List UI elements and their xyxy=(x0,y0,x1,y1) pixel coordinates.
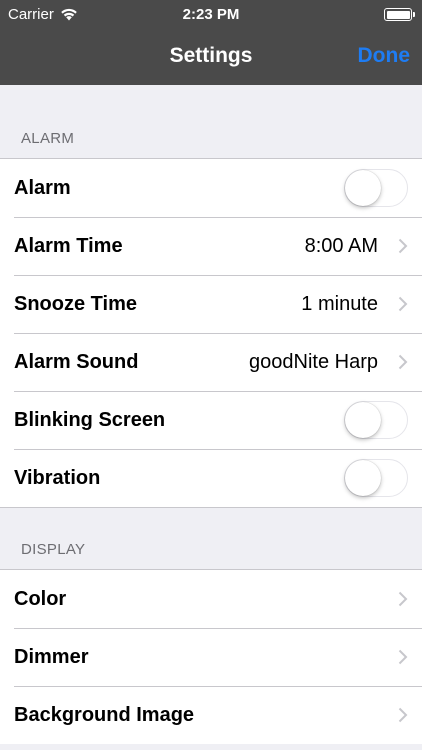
status-bar: Carrier 2:23 PM xyxy=(0,0,422,30)
background-image-row[interactable]: Background Image xyxy=(0,686,422,744)
blinking-screen-row[interactable]: Blinking Screen xyxy=(0,391,422,449)
alarm-sound-label: Alarm Sound xyxy=(14,350,139,373)
chevron-right-icon xyxy=(398,591,408,607)
chevron-right-icon xyxy=(398,296,408,312)
chevron-right-icon xyxy=(398,649,408,665)
alarm-settings-group: Alarm Alarm Time 8:00 AM Snooze Time 1 m… xyxy=(0,158,422,508)
snooze-time-label: Snooze Time xyxy=(14,292,137,315)
alarm-time-row[interactable]: Alarm Time 8:00 AM xyxy=(0,217,422,275)
alarm-label: Alarm xyxy=(14,176,71,199)
dimmer-row[interactable]: Dimmer xyxy=(0,628,422,686)
blinking-screen-label: Blinking Screen xyxy=(14,408,166,431)
snooze-time-value: 1 minute xyxy=(301,292,378,315)
display-section-header: DISPLAY xyxy=(21,541,86,558)
toggle-knob xyxy=(345,402,381,438)
dimmer-label: Dimmer xyxy=(14,645,89,668)
display-settings-group: Color Dimmer Background Image xyxy=(0,569,422,744)
alarm-toggle[interactable] xyxy=(344,169,408,207)
done-button[interactable]: Done xyxy=(358,44,411,68)
alarm-section-header: ALARM xyxy=(21,130,75,147)
chevron-right-icon xyxy=(398,354,408,370)
vibration-row[interactable]: Vibration xyxy=(0,449,422,507)
alarm-sound-row[interactable]: Alarm Sound goodNite Harp xyxy=(0,333,422,391)
alarm-sound-value: goodNite Harp xyxy=(249,350,378,373)
toggle-knob xyxy=(345,460,381,496)
vibration-toggle[interactable] xyxy=(344,459,408,497)
toggle-knob xyxy=(345,170,381,206)
navigation-bar: Settings Done xyxy=(0,30,422,85)
color-row[interactable]: Color xyxy=(0,570,422,628)
snooze-time-row[interactable]: Snooze Time 1 minute xyxy=(0,275,422,333)
top-bar: Carrier 2:23 PM Settings Done xyxy=(0,0,422,85)
chevron-right-icon xyxy=(398,707,408,723)
battery-icon xyxy=(384,8,415,21)
alarm-time-label: Alarm Time xyxy=(14,234,123,257)
blinking-screen-toggle[interactable] xyxy=(344,401,408,439)
alarm-time-value: 8:00 AM xyxy=(304,234,378,257)
background-image-label: Background Image xyxy=(14,703,195,726)
alarm-row[interactable]: Alarm xyxy=(0,159,422,217)
vibration-label: Vibration xyxy=(14,466,101,489)
status-time: 2:23 PM xyxy=(182,6,240,23)
chevron-right-icon xyxy=(398,238,408,254)
color-label: Color xyxy=(14,587,67,610)
